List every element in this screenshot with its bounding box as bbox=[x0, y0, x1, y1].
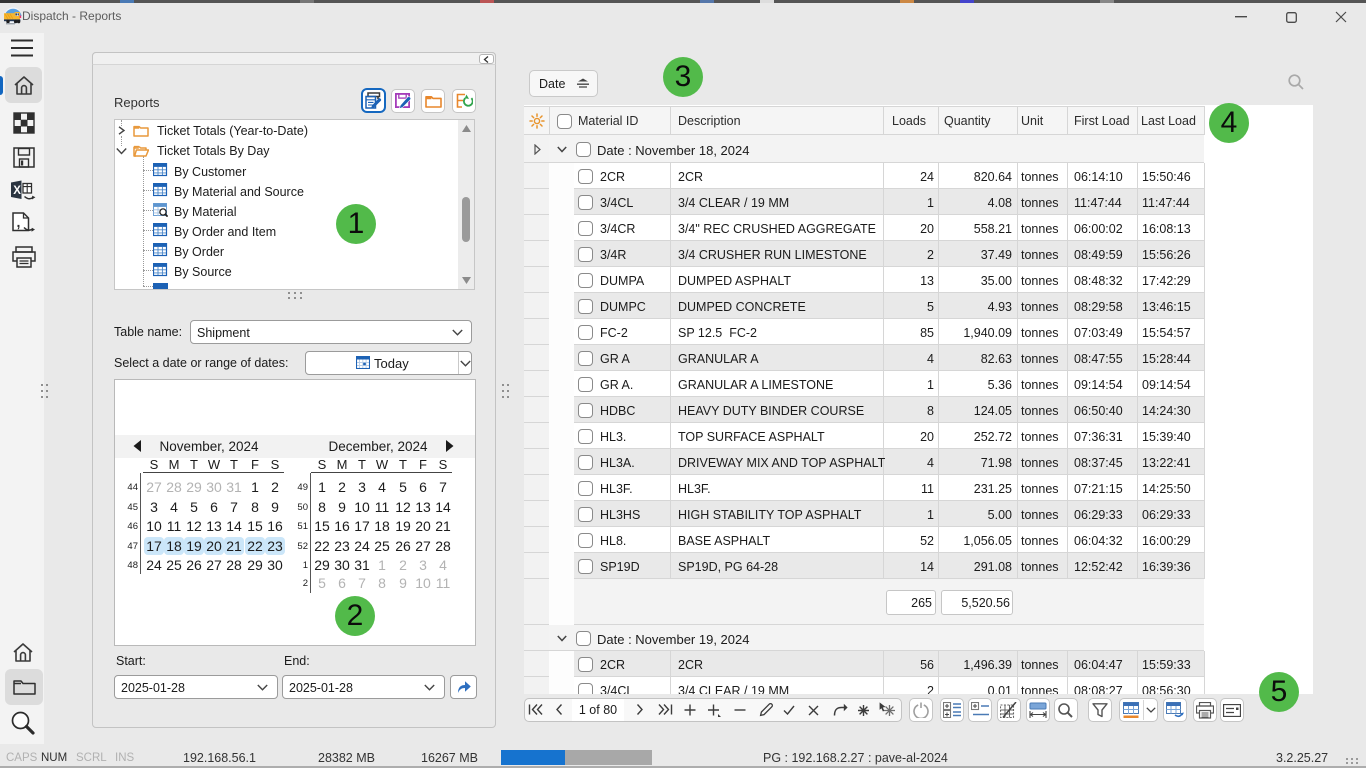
svg-text:,: , bbox=[17, 214, 21, 230]
svg-text:X: X bbox=[13, 185, 21, 197]
